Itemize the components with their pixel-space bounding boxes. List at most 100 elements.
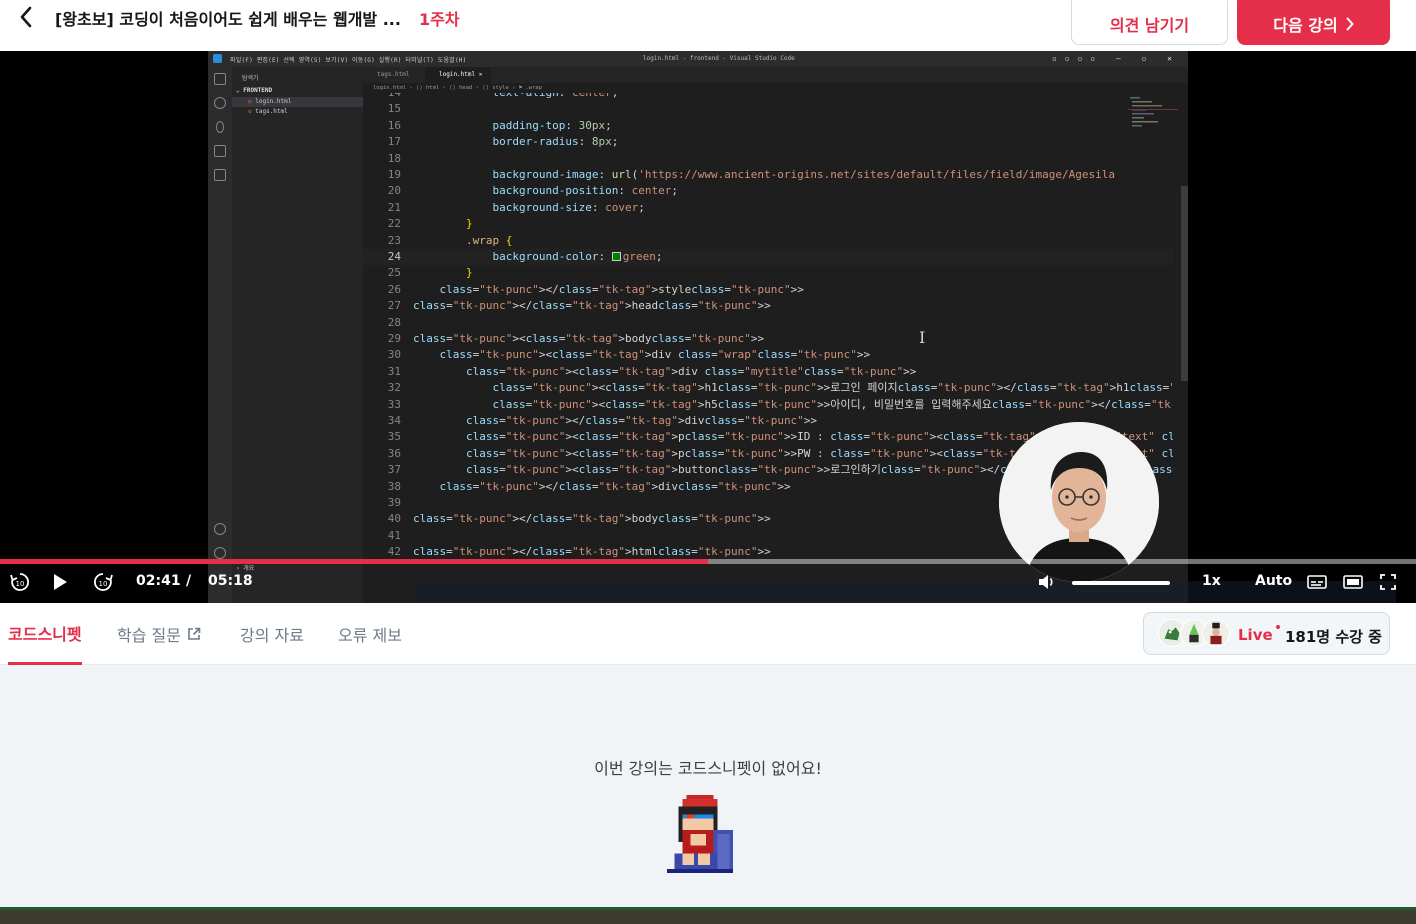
- svg-text:10: 10: [16, 580, 25, 588]
- next-lecture-label: 다음 강의: [1273, 15, 1338, 35]
- forward-10-icon: 10: [94, 573, 113, 591]
- run-debug-icon: [214, 145, 226, 157]
- code-text: background-position: center;: [492, 184, 678, 198]
- tab-learning-question[interactable]: 학습 질문: [117, 603, 201, 665]
- code-line: 14 text-align: center;: [363, 93, 1173, 101]
- code-line: 24 background-color: green;: [363, 249, 1173, 265]
- volume-slider[interactable]: [1072, 581, 1170, 585]
- subtitles-icon: [1307, 575, 1327, 589]
- line-number: 29: [387, 332, 401, 345]
- vscode-window-title: login.html - frontend - Visual Studio Co…: [643, 55, 795, 62]
- play-button[interactable]: [48, 570, 72, 594]
- code-line: 23 .wrap {: [363, 233, 1173, 249]
- instructor-avatar: [999, 422, 1159, 582]
- line-number: 16: [387, 118, 401, 132]
- code-line: 18: [363, 151, 1173, 167]
- line-number: 35: [387, 430, 401, 444]
- avatar: [1202, 619, 1230, 647]
- fullscreen-button[interactable]: [1377, 570, 1399, 594]
- line-number: 36: [387, 446, 401, 460]
- code-text: background-color: green;: [492, 250, 663, 263]
- line-number: 38: [387, 479, 401, 493]
- line-number: 14: [363, 93, 401, 101]
- code-text: class="tk-punc"><class="tk-tag">h1class=…: [492, 381, 1173, 395]
- line-number: 30: [387, 348, 401, 362]
- chevron-left-icon: [20, 6, 32, 28]
- vscode-titlebar: 파일(F) 편집(E) 선택 영역(S) 보기(V) 이동(G) 실행(R) 터…: [208, 51, 1188, 67]
- chevron-right-icon: [1346, 17, 1354, 30]
- tab-error-report[interactable]: 오류 제보: [338, 603, 402, 665]
- code-text: }: [465, 266, 473, 280]
- tab-lecture-material[interactable]: 강의 자료: [240, 603, 304, 665]
- code-line: 31 class="tk-punc"><class="tk-tag">div c…: [363, 364, 1173, 380]
- snippet-panel: 이번 강의는 코드스니펫이 없어요!: [0, 665, 1416, 907]
- forward-10-button[interactable]: 10: [91, 570, 115, 594]
- duration: 05:18: [208, 573, 253, 589]
- vscode-tabs: tags.html login.html ✕: [363, 67, 1188, 83]
- theater-mode-icon: [1343, 575, 1363, 589]
- speed-button[interactable]: 1x: [1202, 573, 1221, 589]
- code-line: 32 class="tk-punc"><class="tk-tag">h1cla…: [363, 380, 1173, 396]
- code-line: 16 padding-top: 30px;: [363, 118, 1173, 134]
- line-number: 20: [387, 184, 401, 198]
- editor-scrollbar[interactable]: [1181, 186, 1188, 381]
- back-button[interactable]: [14, 4, 38, 30]
- explorer-folder: ⌄ FRONTEND: [236, 87, 273, 94]
- line-number: 34: [387, 414, 401, 427]
- line-number: 39: [387, 496, 401, 509]
- volume-icon: [1039, 575, 1053, 589]
- live-viewer-count: 181명 수강 중: [1285, 628, 1382, 646]
- code-line: 20 background-position: center;: [363, 183, 1173, 199]
- quality-button[interactable]: Auto: [1255, 573, 1292, 589]
- code-text: .wrap {: [465, 233, 513, 247]
- code-text: border-radius: 8px;: [492, 135, 619, 149]
- time-separator: /: [186, 573, 192, 589]
- rewind-10-button[interactable]: 10: [8, 570, 32, 594]
- course-title: [왕초보] 코딩이 처음이어도 쉽게 배우는 웹개발 ...: [55, 10, 401, 29]
- code-line: 21 background-size: cover;: [363, 200, 1173, 216]
- window-controls-icon: ▫▫▫▫ – ▫ ✕: [1051, 54, 1180, 63]
- account-icon: [214, 523, 226, 535]
- next-lecture-button[interactable]: 다음 강의: [1237, 0, 1390, 45]
- os-taskbar-strip: [0, 907, 1416, 924]
- lecture-tabs: 코드스니펫 학습 질문 강의 자료 오류 제보 Live 181명 수강 중: [0, 603, 1416, 665]
- line-number: 25: [387, 266, 401, 280]
- line-number: 17: [387, 135, 401, 149]
- feedback-button[interactable]: 의견 남기기: [1071, 0, 1228, 45]
- vscode-tab: login.html ✕: [425, 67, 491, 83]
- explorer-title: 탐색기: [242, 75, 259, 82]
- line-number: 40: [387, 512, 401, 526]
- line-number: 24: [387, 250, 401, 263]
- vscode-menu: 파일(F) 편집(E) 선택 영역(S) 보기(V) 이동(G) 실행(R) 터…: [230, 57, 467, 64]
- code-line: 33 class="tk-punc"><class="tk-tag">h5cla…: [363, 397, 1173, 413]
- explorer-file: ◇ tags.html: [248, 108, 288, 115]
- code-line: 26 class="tk-punc"></class="tk-tag">styl…: [363, 282, 1173, 298]
- line-number: 19: [387, 168, 401, 181]
- video-player[interactable]: 파일(F) 편집(E) 선택 영역(S) 보기(V) 이동(G) 실행(R) 터…: [0, 51, 1416, 603]
- instructor-webcam: [999, 422, 1159, 582]
- current-time: 02:41: [136, 573, 181, 589]
- theater-mode-button[interactable]: [1342, 570, 1364, 594]
- line-number: 41: [387, 528, 401, 542]
- extensions-icon: [214, 169, 226, 181]
- vscode-explorer: 탐색기 ⌄ FRONTEND ◇ login.html ◇ tags.html …: [232, 67, 363, 603]
- line-number: 28: [387, 315, 401, 329]
- volume-button[interactable]: [1036, 570, 1058, 594]
- rewind-10-icon: 10: [10, 573, 29, 591]
- files-icon: [214, 73, 226, 85]
- line-number: 15: [387, 102, 401, 116]
- line-number: 21: [387, 200, 401, 214]
- vscode-activity-bar: [208, 67, 232, 603]
- tab-code-snippet[interactable]: 코드스니펫: [8, 603, 82, 665]
- code-text: class="tk-punc"><class="tk-tag">h5class=…: [492, 397, 1173, 411]
- live-dot-icon: [1276, 625, 1280, 629]
- code-line: 15: [363, 101, 1173, 117]
- tab-label: 코드스니펫: [8, 624, 82, 644]
- code-text: class="tk-punc"><class="tk-tag">bodyclas…: [413, 332, 765, 345]
- code-text: }: [465, 217, 473, 231]
- subtitles-button[interactable]: [1306, 570, 1328, 594]
- live-viewers-badge[interactable]: Live 181명 수강 중: [1143, 612, 1390, 655]
- code-text: padding-top: 30px;: [492, 118, 612, 132]
- vscode-tab: tags.html: [377, 71, 410, 78]
- line-number: 27: [387, 299, 401, 313]
